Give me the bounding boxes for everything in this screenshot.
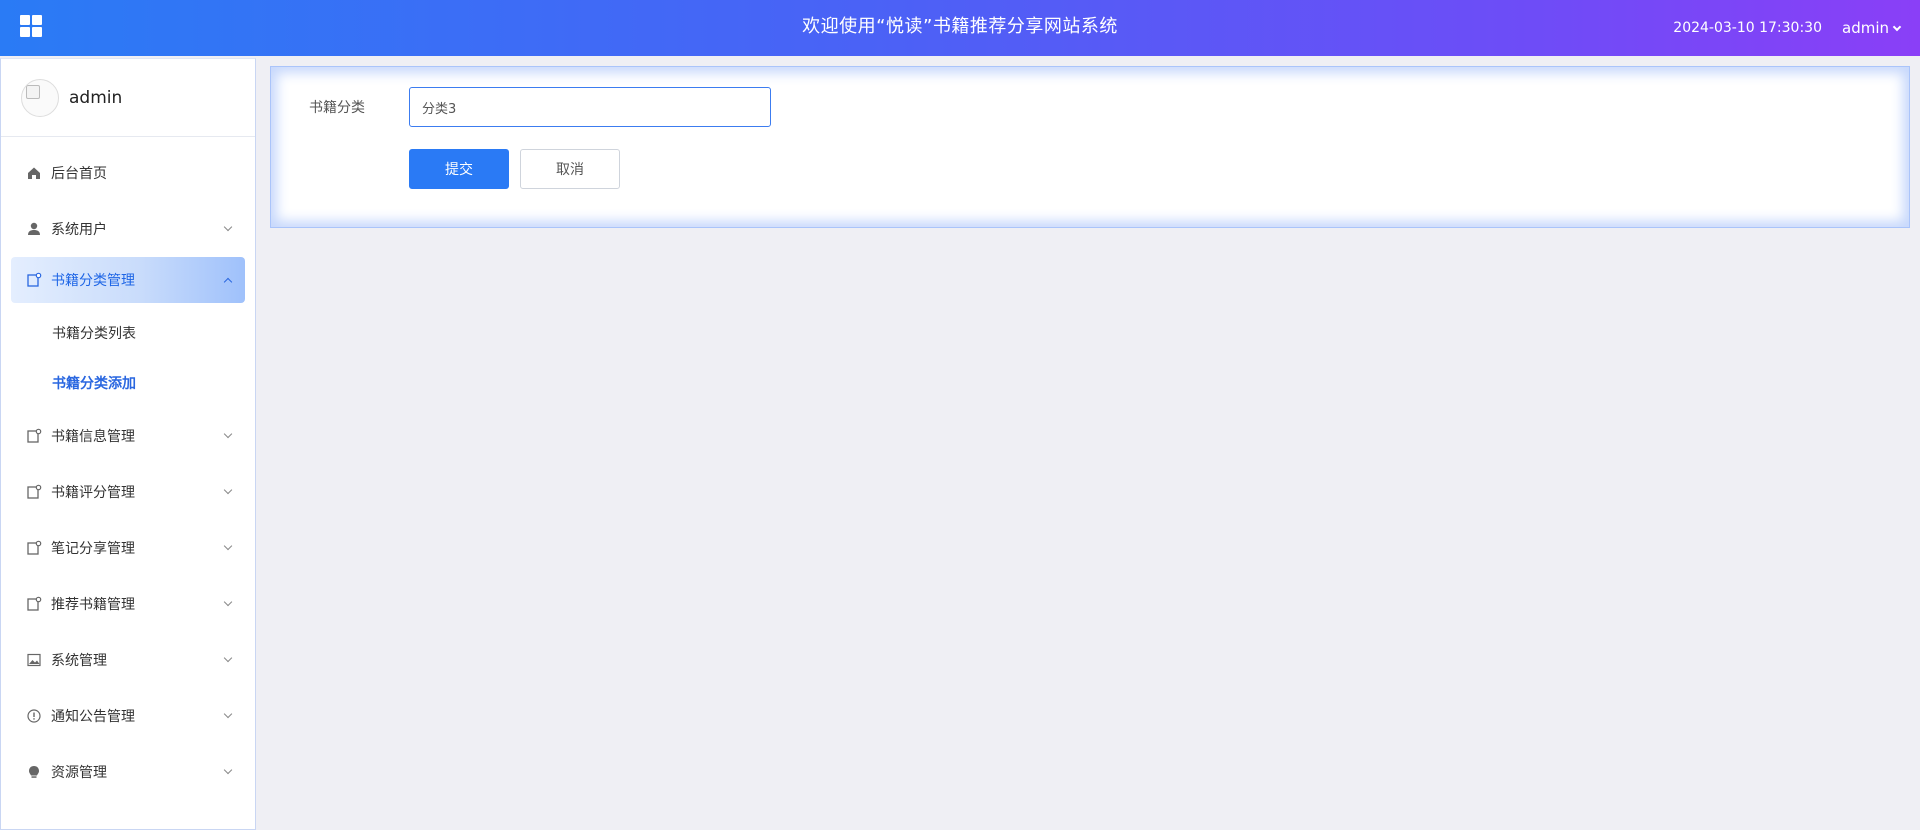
sidebar-item-label: 系统管理 [51, 653, 107, 669]
submenu-item-category-list[interactable]: 书籍分类列表 [1, 308, 255, 358]
bulb-icon [26, 764, 42, 780]
sidebar-item-label: 通知公告管理 [51, 709, 135, 725]
sidebar-item-label: 推荐书籍管理 [51, 597, 135, 613]
sidebar-item-category-management[interactable]: 书籍分类管理 [11, 257, 245, 303]
submenu-item-category-add[interactable]: 书籍分类添加 [1, 358, 255, 408]
user-name: admin [1842, 19, 1889, 37]
category-submenu: 书籍分类列表 书籍分类添加 [1, 308, 255, 408]
module-icon [26, 540, 42, 556]
sidebar-item-label: 资源管理 [51, 765, 107, 781]
sidebar: admin 后台首页 系统用户 书籍分类管理 书籍分类列表 书籍分类添加 书籍信… [0, 58, 256, 830]
current-datetime: 2024-03-10 17:30:30 [1673, 20, 1822, 36]
profile-name: admin [69, 87, 123, 108]
chevron-down-icon [223, 541, 233, 551]
sidebar-item-notice-management[interactable]: 通知公告管理 [1, 688, 255, 744]
sidebar-item-book-rating[interactable]: 书籍评分管理 [1, 464, 255, 520]
cancel-button[interactable]: 取消 [520, 149, 620, 189]
chevron-down-icon [223, 429, 233, 439]
site-title: 欢迎使用“悦读”书籍推荐分享网站系统 [802, 16, 1118, 37]
category-form-card: 书籍分类 提交 取消 [270, 66, 1910, 228]
top-header: 欢迎使用“悦读”书籍推荐分享网站系统 2024-03-10 17:30:30 a… [0, 0, 1920, 56]
category-label: 书籍分类 [309, 100, 365, 116]
chevron-up-icon [223, 277, 233, 287]
user-icon [26, 221, 42, 237]
user-dropdown[interactable]: admin [1842, 19, 1902, 37]
sidebar-item-note-sharing[interactable]: 笔记分享管理 [1, 520, 255, 576]
header-right: 2024-03-10 17:30:30 admin [1673, 0, 1902, 56]
profile: admin [1, 59, 255, 137]
module-icon [26, 428, 42, 444]
category-input[interactable] [409, 87, 771, 127]
sidebar-item-home[interactable]: 后台首页 [1, 145, 255, 201]
sidebar-item-recommended-books[interactable]: 推荐书籍管理 [1, 576, 255, 632]
chevron-down-icon [223, 597, 233, 607]
sidebar-item-system-management[interactable]: 系统管理 [1, 632, 255, 688]
chevron-down-icon [223, 485, 233, 495]
sidebar-item-book-info[interactable]: 书籍信息管理 [1, 408, 255, 464]
chevron-down-icon [223, 709, 233, 719]
sidebar-menu: 后台首页 系统用户 书籍分类管理 书籍分类列表 书籍分类添加 书籍信息管理 书籍… [1, 137, 255, 800]
sidebar-item-resource-management[interactable]: 资源管理 [1, 744, 255, 800]
chevron-down-icon [1892, 22, 1902, 31]
module-icon [26, 484, 42, 500]
chevron-down-icon [223, 765, 233, 775]
chevron-down-icon [223, 222, 233, 232]
sidebar-item-label: 笔记分享管理 [51, 541, 135, 557]
home-icon [26, 165, 42, 181]
submit-button[interactable]: 提交 [409, 149, 509, 189]
sidebar-item-label: 书籍分类管理 [51, 273, 135, 289]
chevron-down-icon [223, 653, 233, 663]
sidebar-item-label: 后台首页 [51, 166, 107, 182]
avatar [21, 78, 59, 117]
sidebar-item-label: 系统用户 [51, 222, 107, 238]
sidebar-item-system-users[interactable]: 系统用户 [1, 201, 255, 257]
sidebar-item-label: 书籍评分管理 [51, 485, 135, 501]
info-circle-icon [26, 708, 42, 724]
module-icon [26, 596, 42, 612]
module-icon [26, 272, 42, 288]
picture-icon [26, 652, 42, 668]
sidebar-item-label: 书籍信息管理 [51, 429, 135, 445]
